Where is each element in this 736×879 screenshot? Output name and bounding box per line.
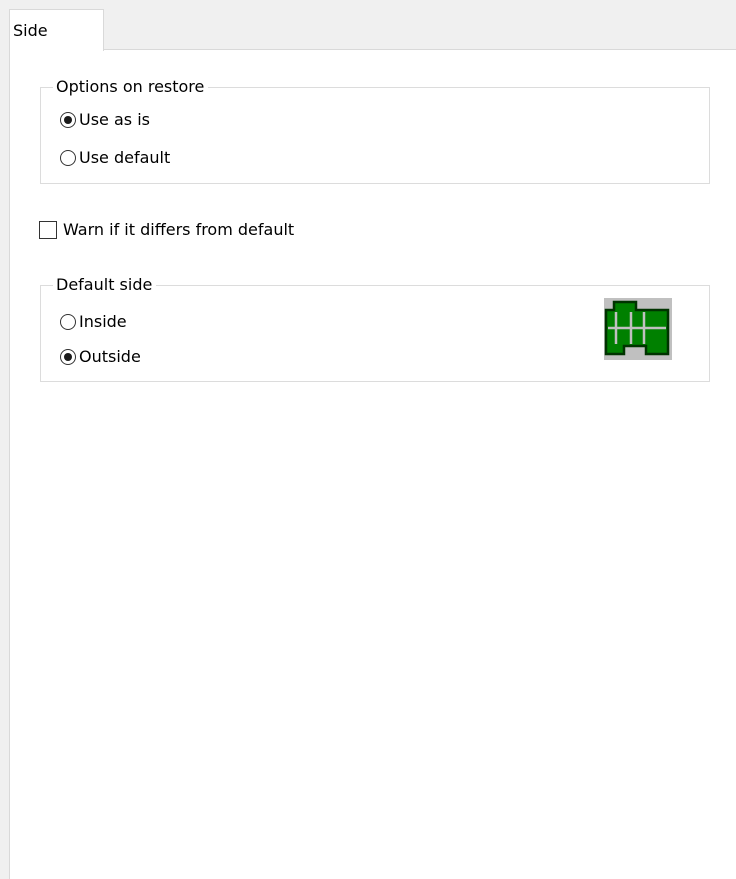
tab-strip: Side	[0, 0, 736, 51]
warn-differs-checkbox[interactable]: Warn if it differs from default	[39, 219, 294, 241]
use-as-is-label: Use as is	[79, 110, 150, 129]
radio-indicator	[60, 314, 76, 330]
use-as-is-radio[interactable]: Use as is	[60, 109, 150, 131]
radio-indicator	[60, 349, 76, 365]
use-default-radio[interactable]: Use default	[60, 147, 170, 169]
tab-side[interactable]: Side	[9, 9, 104, 51]
inside-radio[interactable]: Inside	[60, 311, 127, 333]
warn-differs-label: Warn if it differs from default	[63, 220, 295, 239]
tab-side-label: Side	[13, 21, 48, 40]
outside-side-icon	[604, 298, 672, 360]
use-default-label: Use default	[79, 148, 171, 167]
outside-label: Outside	[79, 347, 141, 366]
outside-radio[interactable]: Outside	[60, 346, 141, 368]
inside-label: Inside	[79, 312, 127, 331]
default-side-title: Default side	[53, 275, 157, 295]
checkbox-box	[39, 221, 57, 239]
restore-options-title: Options on restore	[53, 77, 209, 97]
default-side-group: Default side Inside Outside	[40, 275, 710, 382]
restore-options-group: Options on restore Use as is Use default	[40, 77, 710, 184]
radio-indicator	[60, 150, 76, 166]
tab-panel: Options on restore Use as is Use default…	[9, 49, 736, 879]
radio-indicator	[60, 112, 76, 128]
